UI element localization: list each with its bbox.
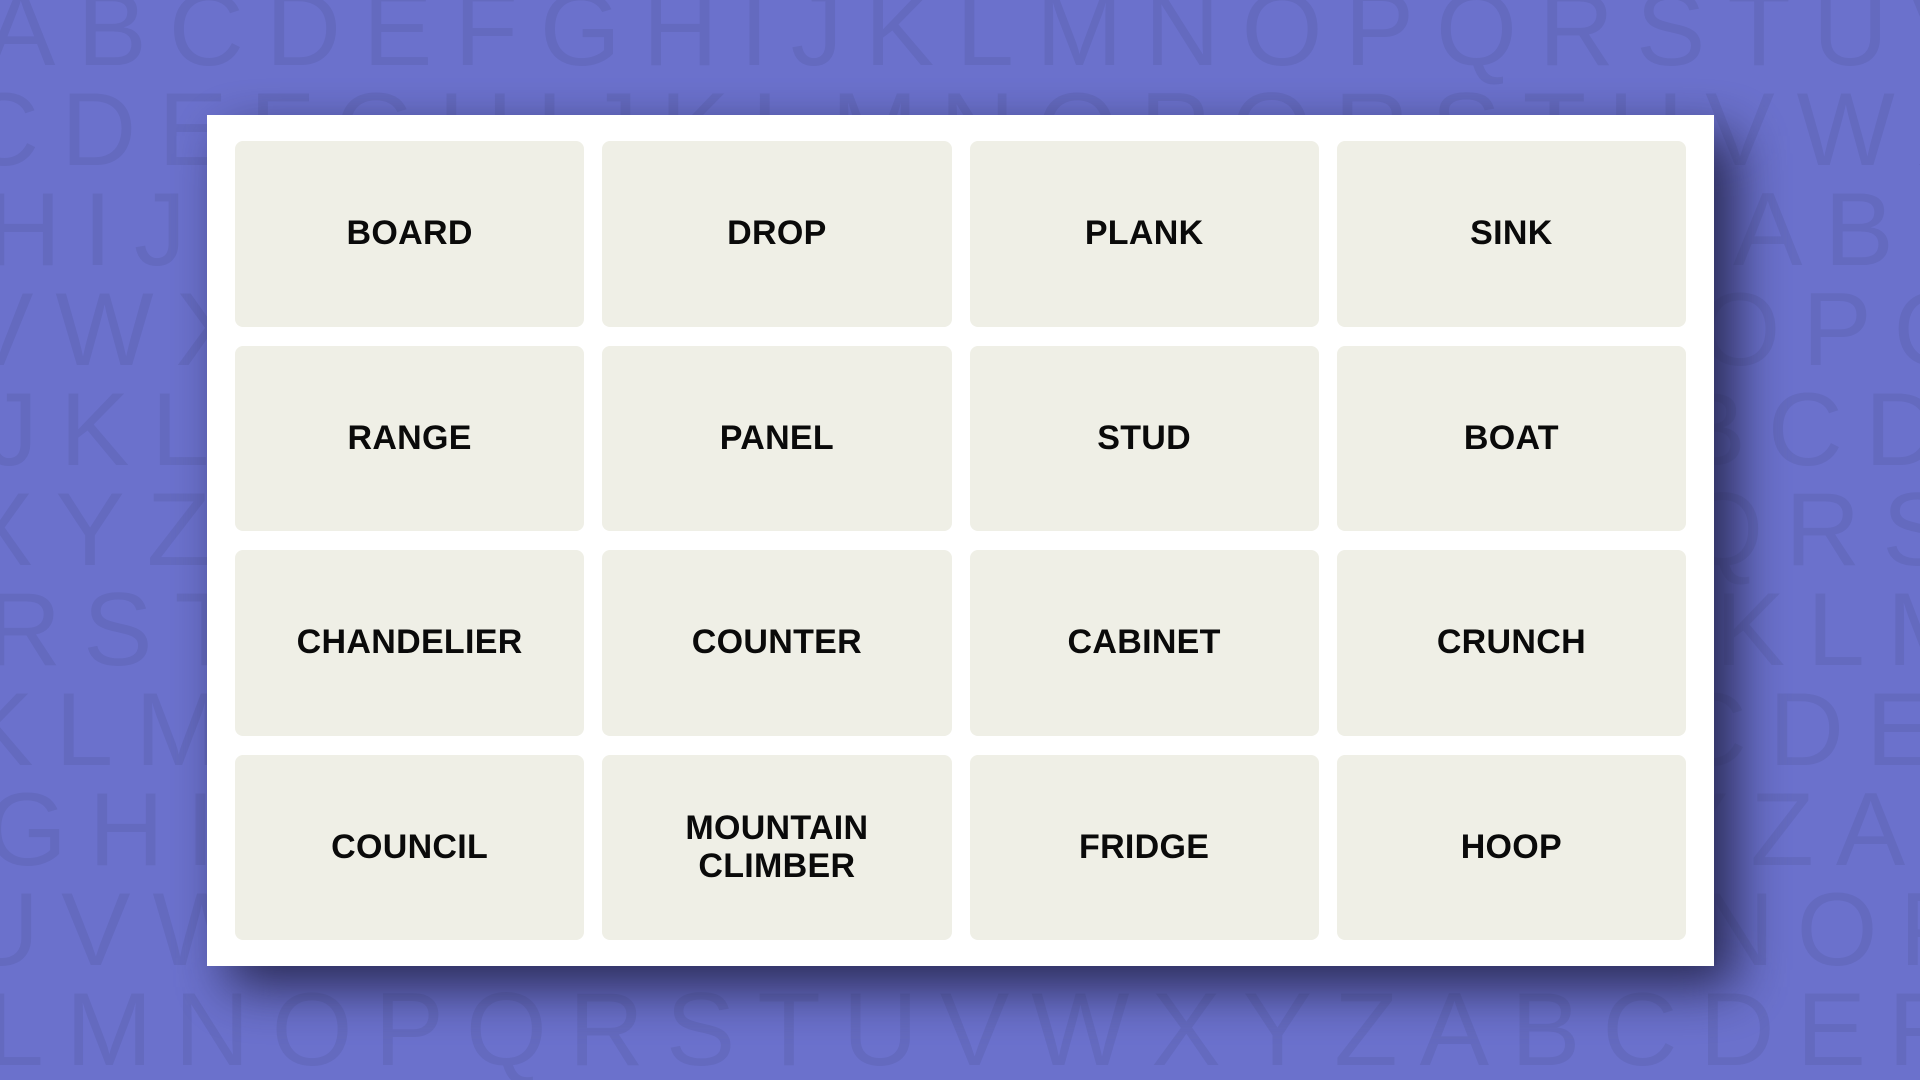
word-tile[interactable]: PANEL <box>602 345 952 531</box>
word-tile[interactable]: BOARD <box>235 141 585 327</box>
word-tile[interactable]: PLANK <box>969 141 1319 327</box>
word-tile-label: STUD <box>1097 418 1191 457</box>
puzzle-card: BOARD DROP PLANK SINK RANGE PANEL STUD BOAT CHAN… <box>207 115 1714 966</box>
word-tile[interactable]: BOAT <box>1336 345 1686 531</box>
word-tile-label: SINK <box>1470 214 1553 253</box>
word-tile[interactable]: CHANDELIER <box>235 550 585 736</box>
word-tile[interactable]: DROP <box>602 141 952 327</box>
word-tile[interactable]: RANGE <box>235 345 585 531</box>
word-tile-label: FRIDGE <box>1079 827 1210 866</box>
word-tile-label: RANGE <box>347 418 472 457</box>
word-tile-label: DROP <box>727 214 827 253</box>
word-tile-label: HOOP <box>1460 827 1563 866</box>
word-tile[interactable]: CRUNCH <box>1336 550 1686 736</box>
word-tile-grid: BOARD DROP PLANK SINK RANGE PANEL STUD BOAT CHAN… <box>235 141 1686 940</box>
background-letter-row: LMNOPQRSTUVWXYZABCDEFGHIJKLMNOPQRSTU <box>0 972 1920 1080</box>
word-tile-label: BOARD <box>346 214 473 253</box>
background-letter-row: ABCDEFGHIJKLMNOPQRSTUVWXYZABCDEFGHIJ <box>0 0 1920 88</box>
word-tile[interactable]: SINK <box>1336 141 1686 327</box>
word-tile[interactable]: HOOP <box>1336 754 1686 940</box>
word-tile-label: BOAT <box>1463 418 1559 457</box>
word-tile-label: MOUNTAIN CLIMBER <box>685 808 869 886</box>
word-tile-label: PANEL <box>719 418 834 457</box>
word-tile-label: CRUNCH <box>1436 623 1586 662</box>
word-tile-label: PLANK <box>1084 214 1204 253</box>
word-tile-label: COUNCIL <box>331 827 489 866</box>
word-tile[interactable]: STUD <box>969 345 1319 531</box>
word-tile[interactable]: COUNTER <box>602 550 952 736</box>
word-tile-label: CABINET <box>1067 623 1221 662</box>
word-tile[interactable]: FRIDGE <box>969 754 1319 940</box>
word-tile-label: CHANDELIER <box>296 623 523 662</box>
word-tile[interactable]: COUNCIL <box>235 754 585 940</box>
word-tile[interactable]: MOUNTAIN CLIMBER <box>602 754 952 940</box>
word-tile-label: COUNTER <box>691 623 862 662</box>
word-tile[interactable]: CABINET <box>969 550 1319 736</box>
